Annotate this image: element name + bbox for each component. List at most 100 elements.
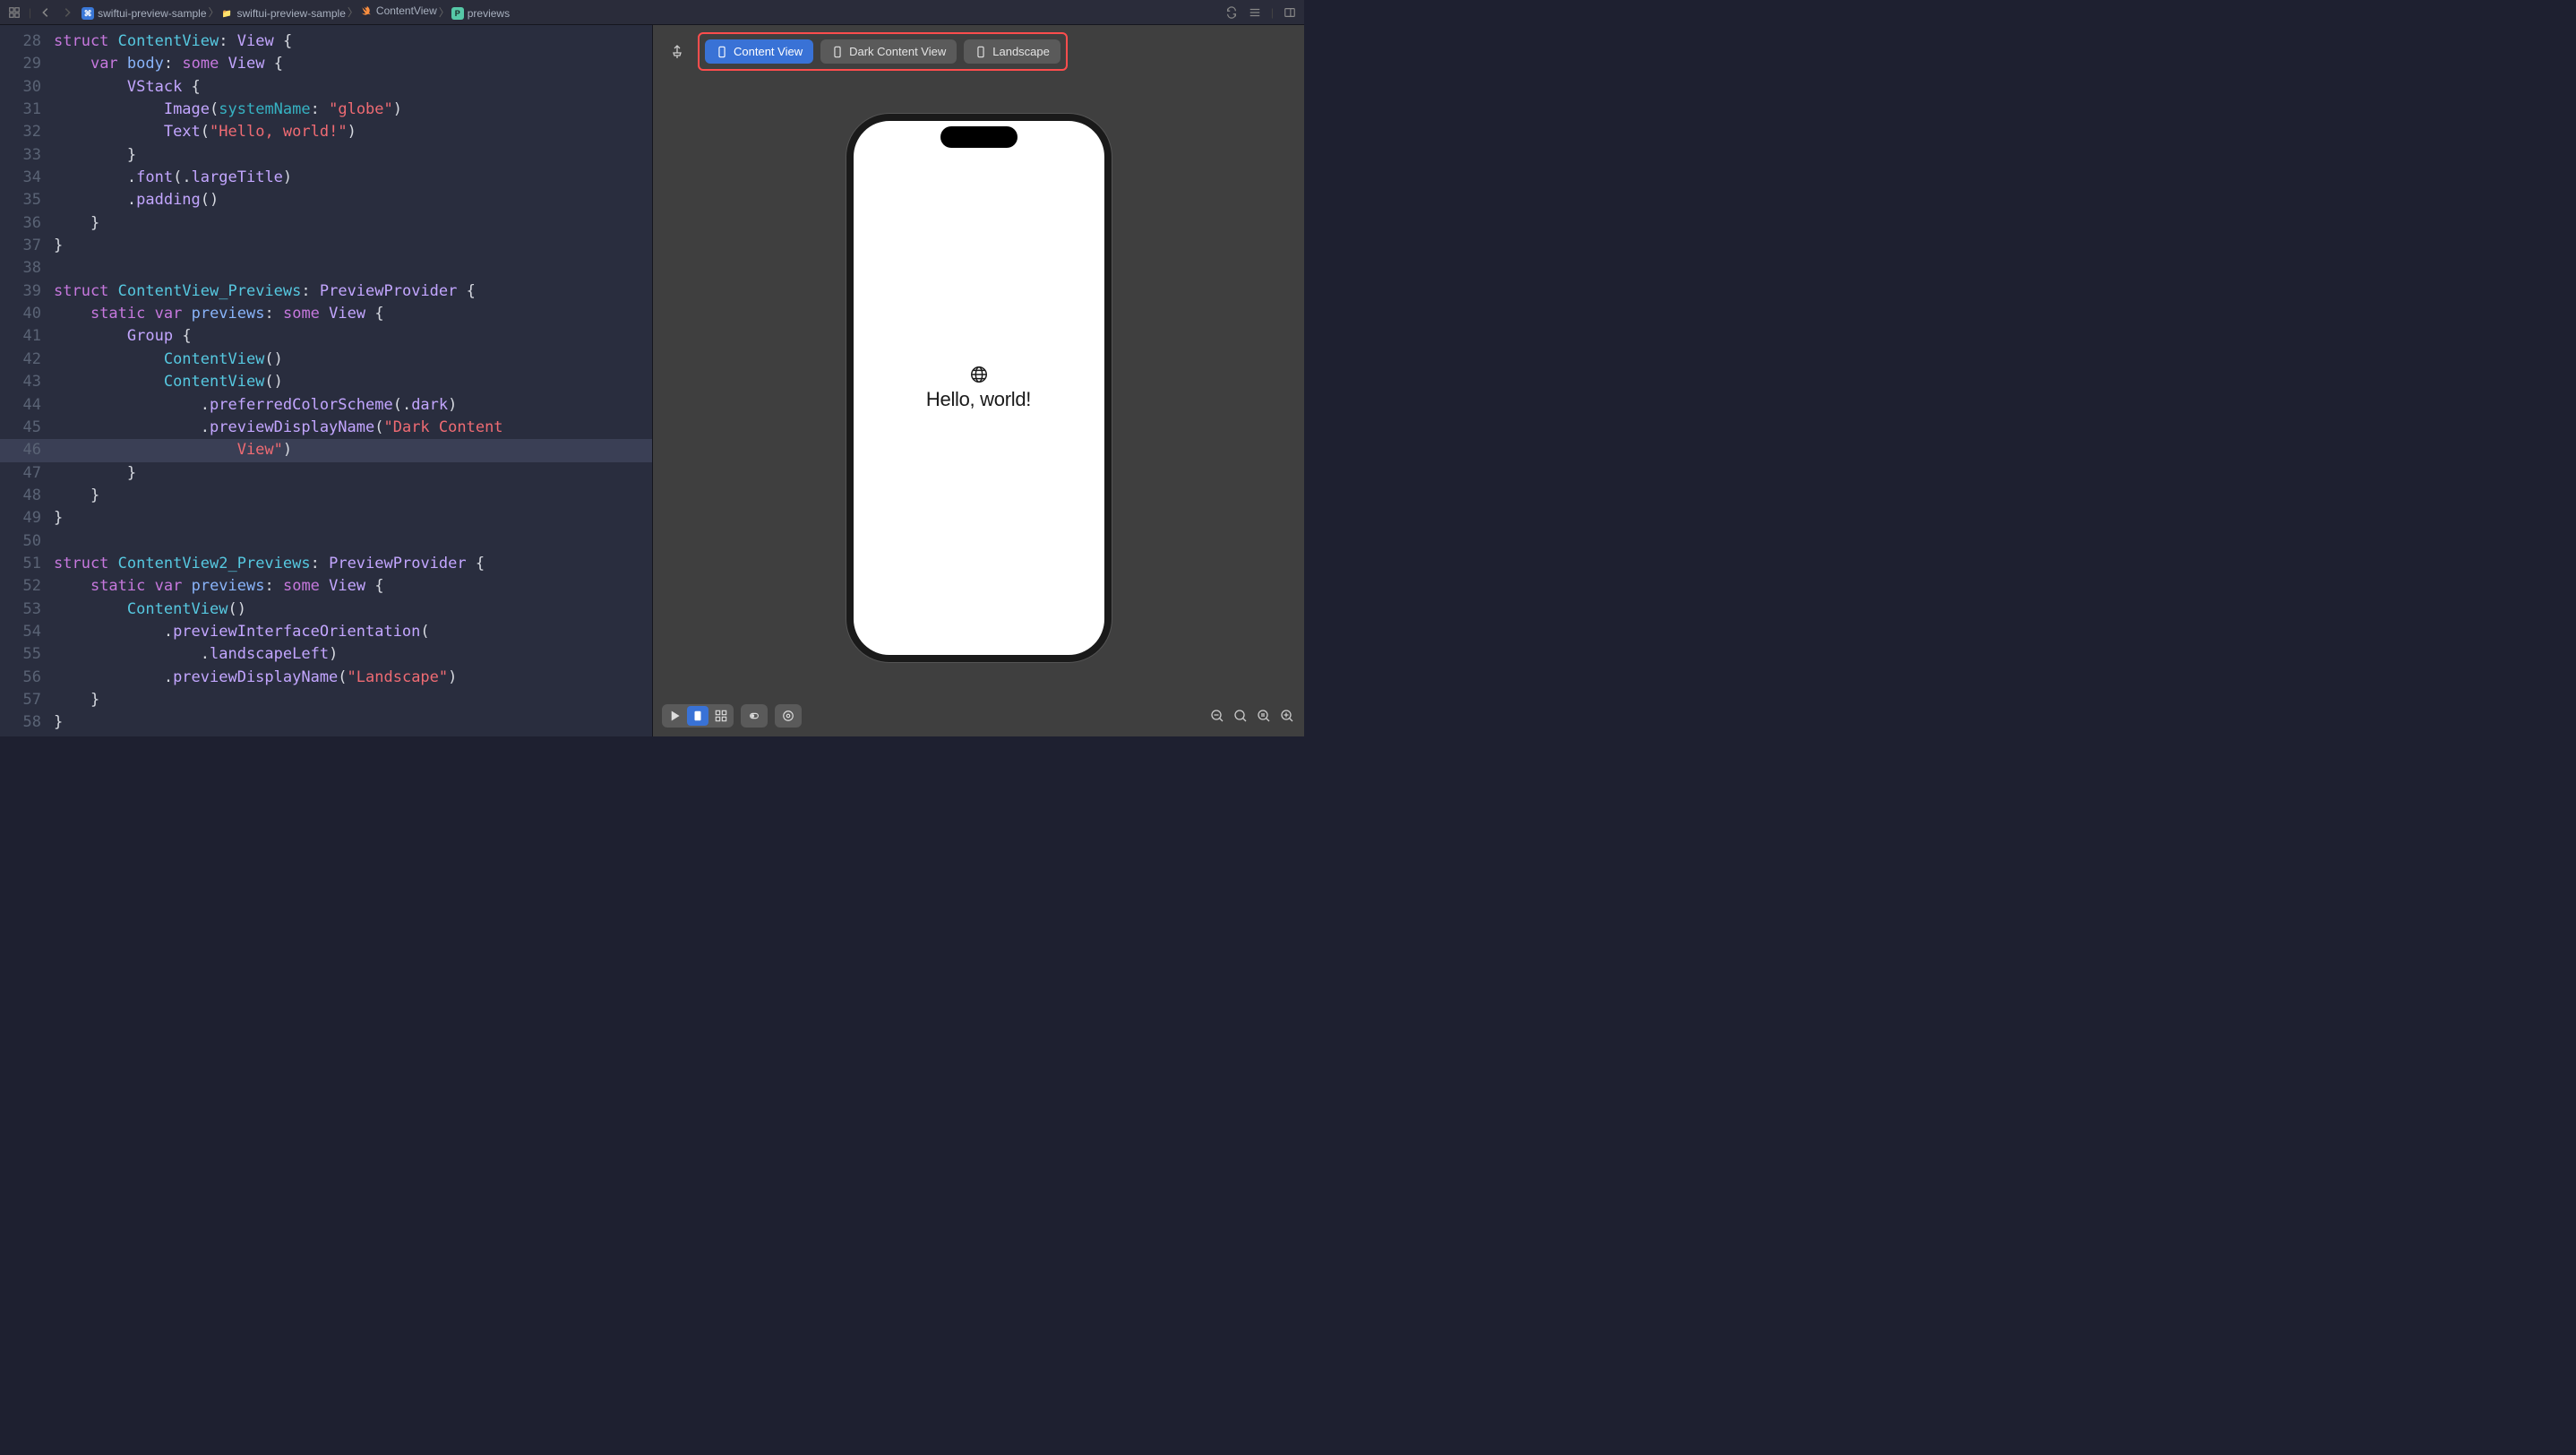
globe-icon	[969, 365, 989, 384]
code-line[interactable]: 46 View")	[0, 439, 652, 461]
code-content: struct ContentView2_Previews: PreviewPro…	[54, 553, 485, 575]
code-line[interactable]: 34 .font(.largeTitle)	[0, 167, 652, 189]
preview-tab[interactable]: Landscape	[964, 39, 1060, 64]
related-items-icon[interactable]	[7, 5, 21, 20]
code-line[interactable]: 52 static var previews: some View {	[0, 575, 652, 598]
line-number: 45	[0, 417, 54, 439]
code-content: }	[54, 212, 99, 235]
code-content: }	[54, 235, 63, 257]
zoom-out-button[interactable]	[1209, 708, 1225, 724]
zoom-controls	[1209, 708, 1295, 724]
breadcrumb-label: previews	[468, 7, 510, 20]
code-line[interactable]: 44 .preferredColorScheme(.dark)	[0, 394, 652, 417]
line-number: 48	[0, 485, 54, 507]
line-number: 53	[0, 598, 54, 621]
code-content: VStack {	[54, 76, 201, 99]
code-content: }	[54, 144, 136, 167]
code-line[interactable]: 35 .padding()	[0, 189, 652, 211]
zoom-in-button[interactable]	[1279, 708, 1295, 724]
code-content: struct ContentView: View {	[54, 30, 292, 53]
breadcrumb-item[interactable]: ContentView	[360, 4, 437, 17]
line-number: 32	[0, 121, 54, 143]
code-line[interactable]: 28struct ContentView: View {	[0, 30, 652, 53]
preview-variants-button[interactable]	[710, 706, 732, 726]
preview-mode-segmented[interactable]	[662, 704, 734, 728]
zoom-actual-button[interactable]	[1256, 708, 1272, 724]
code-content: .landscapeLeft)	[54, 643, 338, 666]
preview-tab[interactable]: Dark Content View	[820, 39, 957, 64]
code-line[interactable]: 29 var body: some View {	[0, 53, 652, 75]
code-line[interactable]: 58}	[0, 711, 652, 734]
code-content: ContentView()	[54, 371, 283, 393]
toggle-canvas-icon[interactable]	[1283, 5, 1297, 20]
code-line[interactable]: 31 Image(systemName: "globe")	[0, 99, 652, 121]
code-line[interactable]: 32 Text("Hello, world!")	[0, 121, 652, 143]
code-line[interactable]: 53 ContentView()	[0, 598, 652, 621]
code-line[interactable]: 36 }	[0, 212, 652, 235]
device-settings-button[interactable]	[741, 704, 768, 728]
code-content: }	[54, 507, 63, 529]
chevron-right-icon: 〉	[348, 6, 358, 19]
breadcrumb-label: swiftui-preview-sample	[237, 7, 346, 20]
code-line[interactable]: 57 }	[0, 689, 652, 711]
adjust-editor-icon[interactable]	[1248, 5, 1262, 20]
breadcrumb-label: ContentView	[376, 4, 437, 17]
preview-tab-label: Dark Content View	[849, 45, 946, 58]
code-line[interactable]: 50	[0, 530, 652, 553]
code-content: struct ContentView_Previews: PreviewProv…	[54, 280, 476, 303]
device-icon	[975, 46, 987, 58]
preview-tab-label: Content View	[734, 45, 803, 58]
breadcrumb-item[interactable]: ⌘swiftui-preview-sample	[82, 7, 206, 20]
code-content: }	[54, 462, 136, 485]
line-number: 43	[0, 371, 54, 393]
preview-selectable-button[interactable]	[687, 706, 708, 726]
line-number: 47	[0, 462, 54, 485]
swift-file-icon	[360, 4, 373, 17]
code-content: ContentView()	[54, 598, 246, 621]
code-content: .preferredColorScheme(.dark)	[54, 394, 457, 417]
code-line[interactable]: 48 }	[0, 485, 652, 507]
code-line[interactable]: 39struct ContentView_Previews: PreviewPr…	[0, 280, 652, 303]
line-number: 28	[0, 30, 54, 53]
line-number: 46	[0, 439, 54, 461]
code-editor[interactable]: 28struct ContentView: View {29 var body:…	[0, 25, 652, 736]
line-number: 42	[0, 349, 54, 371]
nav-back-icon[interactable]	[39, 5, 53, 20]
breadcrumb-item[interactable]: Ppreviews	[451, 7, 510, 20]
code-line[interactable]: 43 ContentView()	[0, 371, 652, 393]
code-line[interactable]: 55 .landscapeLeft)	[0, 643, 652, 666]
code-line[interactable]: 56 .previewDisplayName("Landscape")	[0, 667, 652, 689]
code-line[interactable]: 37}	[0, 235, 652, 257]
code-line[interactable]: 54 .previewInterfaceOrientation(	[0, 621, 652, 643]
zoom-fit-button[interactable]	[1232, 708, 1249, 724]
code-line[interactable]: 51struct ContentView2_Previews: PreviewP…	[0, 553, 652, 575]
line-number: 30	[0, 76, 54, 99]
folder-icon: 📁	[221, 7, 234, 20]
nav-forward-icon[interactable]	[60, 5, 74, 20]
pin-preview-button[interactable]	[664, 39, 691, 65]
line-number: 56	[0, 667, 54, 689]
line-number: 31	[0, 99, 54, 121]
line-number: 54	[0, 621, 54, 643]
code-line[interactable]: 33 }	[0, 144, 652, 167]
code-content: ContentView()	[54, 349, 283, 371]
breadcrumb-item[interactable]: 📁swiftui-preview-sample	[221, 7, 346, 20]
code-line[interactable]: 40 static var previews: some View {	[0, 303, 652, 325]
code-line[interactable]: 42 ContentView()	[0, 349, 652, 371]
code-line[interactable]: 47 }	[0, 462, 652, 485]
code-line[interactable]: 41 Group {	[0, 325, 652, 348]
preview-inspector-button[interactable]	[775, 704, 802, 728]
code-line[interactable]: 45 .previewDisplayName("Dark Content	[0, 417, 652, 439]
code-line[interactable]: 38	[0, 257, 652, 280]
preview-live-button[interactable]	[664, 706, 685, 726]
line-number: 40	[0, 303, 54, 325]
preview-tab[interactable]: Content View	[705, 39, 813, 64]
code-line[interactable]: 30 VStack {	[0, 76, 652, 99]
code-content: static var previews: some View {	[54, 303, 384, 325]
code-content: }	[54, 689, 99, 711]
preview-tab-label: Landscape	[992, 45, 1050, 58]
code-content: static var previews: some View {	[54, 575, 384, 598]
line-number: 29	[0, 53, 54, 75]
code-line[interactable]: 49}	[0, 507, 652, 529]
refresh-icon[interactable]	[1224, 5, 1239, 20]
